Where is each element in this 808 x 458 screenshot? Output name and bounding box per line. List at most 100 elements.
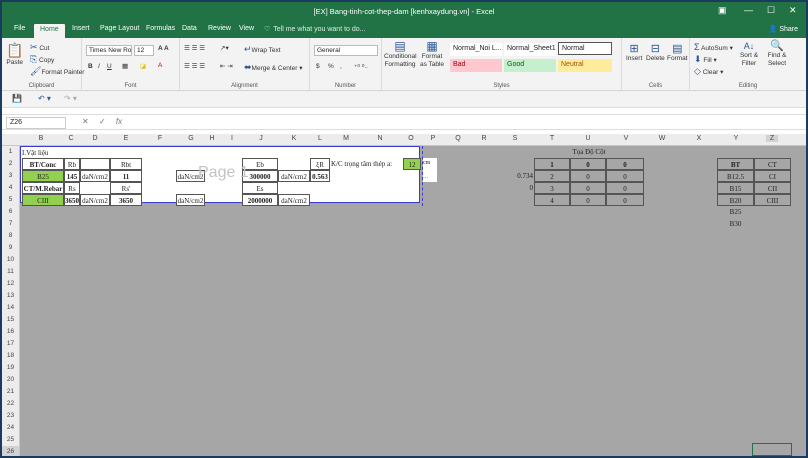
col-header[interactable]: T: [546, 135, 558, 142]
row-header[interactable]: 17: [2, 338, 20, 350]
row-header[interactable]: 25: [2, 434, 20, 446]
cell-es[interactable]: Es: [242, 182, 278, 194]
tab-file[interactable]: File: [14, 25, 25, 32]
row-header[interactable]: 26: [2, 446, 20, 456]
cell-unit[interactable]: daN/cm2: [278, 194, 310, 206]
table-cell-v[interactable]: 0: [606, 170, 644, 182]
col-header[interactable]: D: [89, 135, 101, 142]
tell-me-box[interactable]: ♡ Tell me what you want to do...: [264, 25, 366, 33]
row-header[interactable]: 20: [2, 374, 20, 386]
col-header[interactable]: R: [478, 135, 490, 142]
tab-formulas[interactable]: Formulas: [146, 25, 175, 32]
cell-2000000[interactable]: 2000000: [242, 194, 278, 206]
cell-xir[interactable]: ξR: [310, 158, 330, 170]
style-good[interactable]: Good: [504, 59, 556, 72]
find-select-button[interactable]: 🔍 Find & Select: [764, 41, 790, 68]
table-cell-v[interactable]: 0: [606, 194, 644, 206]
col-header[interactable]: Z: [766, 135, 778, 142]
style-normal[interactable]: Normal: [558, 42, 612, 55]
paste-button[interactable]: 📋 Paste: [6, 42, 23, 66]
fill-button[interactable]: ⬇ Fill ▾: [694, 54, 717, 65]
row-header[interactable]: 22: [2, 398, 20, 410]
col-header[interactable]: M: [340, 135, 352, 142]
cell-empty[interactable]: [80, 158, 110, 170]
table-cell-v[interactable]: 0: [606, 158, 644, 170]
row-header[interactable]: 12: [2, 278, 20, 290]
cell-unit[interactable]: daN/cm2: [176, 194, 205, 206]
font-grow-icon[interactable]: A A: [158, 45, 169, 52]
table-cell-t[interactable]: 2: [534, 170, 570, 182]
row-header[interactable]: 9: [2, 242, 20, 254]
currency-button[interactable]: $: [316, 63, 320, 70]
name-box[interactable]: Z26: [6, 117, 66, 129]
row-header[interactable]: 10: [2, 254, 20, 266]
conditional-formatting-button[interactable]: ▤ Conditional Formatting: [384, 40, 417, 69]
row-header[interactable]: 3: [2, 170, 20, 182]
font-color-icon[interactable]: A: [158, 62, 162, 69]
comma-button[interactable]: ,: [340, 63, 342, 70]
tab-insert[interactable]: Insert: [72, 25, 90, 32]
list-ct[interactable]: CT: [754, 158, 791, 170]
cell-toa-do[interactable]: Tọa Độ Cột: [534, 146, 644, 158]
table-cell-v[interactable]: 0: [606, 182, 644, 194]
underline-button[interactable]: U: [107, 63, 112, 70]
list-bt[interactable]: B25: [717, 206, 754, 218]
col-header[interactable]: B: [35, 135, 47, 142]
percent-button[interactable]: %: [328, 63, 334, 70]
row-header[interactable]: 8: [2, 230, 20, 242]
list-ct[interactable]: CIII: [754, 194, 791, 206]
row-header[interactable]: 4: [2, 182, 20, 194]
row-header[interactable]: 19: [2, 362, 20, 374]
row-header[interactable]: 7: [2, 218, 20, 230]
cell-rs[interactable]: Rs: [64, 182, 80, 194]
borders-icon[interactable]: ▦: [122, 62, 128, 70]
list-ct[interactable]: CI: [754, 170, 791, 182]
sort-filter-button[interactable]: A↓ Sort & Filter: [736, 42, 762, 68]
col-header[interactable]: P: [427, 135, 439, 142]
col-header[interactable]: E: [120, 135, 132, 142]
clear-button[interactable]: ◇ Clear ▾: [694, 66, 723, 77]
list-bt[interactable]: B20: [717, 194, 754, 206]
cell-rs2[interactable]: Rs': [110, 182, 142, 194]
style-neutral[interactable]: Neutral: [558, 59, 612, 72]
table-cell-u[interactable]: 0: [570, 182, 606, 194]
cell-145[interactable]: 145: [64, 170, 80, 182]
tab-page-layout[interactable]: Page Layout: [100, 25, 139, 32]
col-header[interactable]: X: [693, 135, 705, 142]
cell-rbt[interactable]: Rbt: [110, 158, 142, 170]
row-header[interactable]: 1: [2, 146, 20, 158]
format-painter-button[interactable]: 🖌Format Painter: [30, 66, 84, 77]
enter-icon[interactable]: ✓: [99, 117, 106, 126]
style-bad[interactable]: Bad: [450, 59, 502, 72]
table-cell-u[interactable]: 0: [570, 158, 606, 170]
italic-button[interactable]: I: [98, 63, 100, 70]
table-cell-t[interactable]: 4: [534, 194, 570, 206]
cell-cm[interactable]: cm: [423, 158, 437, 170]
col-header[interactable]: U: [582, 135, 594, 142]
font-name-select[interactable]: Times New Ro: [86, 45, 132, 56]
cell-rb[interactable]: Rb: [64, 158, 80, 170]
share-button[interactable]: 👤 Share: [769, 25, 798, 33]
minimize-icon[interactable]: —: [744, 5, 753, 15]
row-header[interactable]: 18: [2, 350, 20, 362]
wrap-text-button[interactable]: ↵Wrap Text: [244, 44, 281, 55]
orientation-icon[interactable]: ↗▾: [220, 44, 229, 52]
tab-data[interactable]: Data: [182, 25, 197, 32]
number-format-select[interactable]: General: [314, 45, 378, 56]
format-as-table-button[interactable]: ▦ Format as Table: [418, 40, 446, 69]
insert-button[interactable]: ⊞ Insert: [626, 42, 642, 62]
align-left-icons[interactable]: ☰ ☰ ☰: [184, 62, 205, 70]
indent-icons[interactable]: ⇤ ⇥: [220, 62, 233, 70]
list-bt[interactable]: BT: [717, 158, 754, 170]
col-header[interactable]: I: [226, 135, 238, 142]
col-header[interactable]: N: [374, 135, 386, 142]
col-header[interactable]: K: [288, 135, 300, 142]
cell-3650b[interactable]: 3650: [110, 194, 142, 206]
list-bt[interactable]: B12.5: [717, 170, 754, 182]
col-header[interactable]: S: [509, 135, 521, 142]
decimal-icons[interactable]: ⁺⁰ ⁰₋: [354, 63, 368, 71]
merge-center-button[interactable]: ⬌Merge & Center ▾: [244, 62, 303, 73]
align-top-icons[interactable]: ☰ ☰ ☰: [184, 44, 205, 52]
font-size-select[interactable]: 12: [134, 45, 154, 56]
col-header[interactable]: J: [255, 135, 267, 142]
